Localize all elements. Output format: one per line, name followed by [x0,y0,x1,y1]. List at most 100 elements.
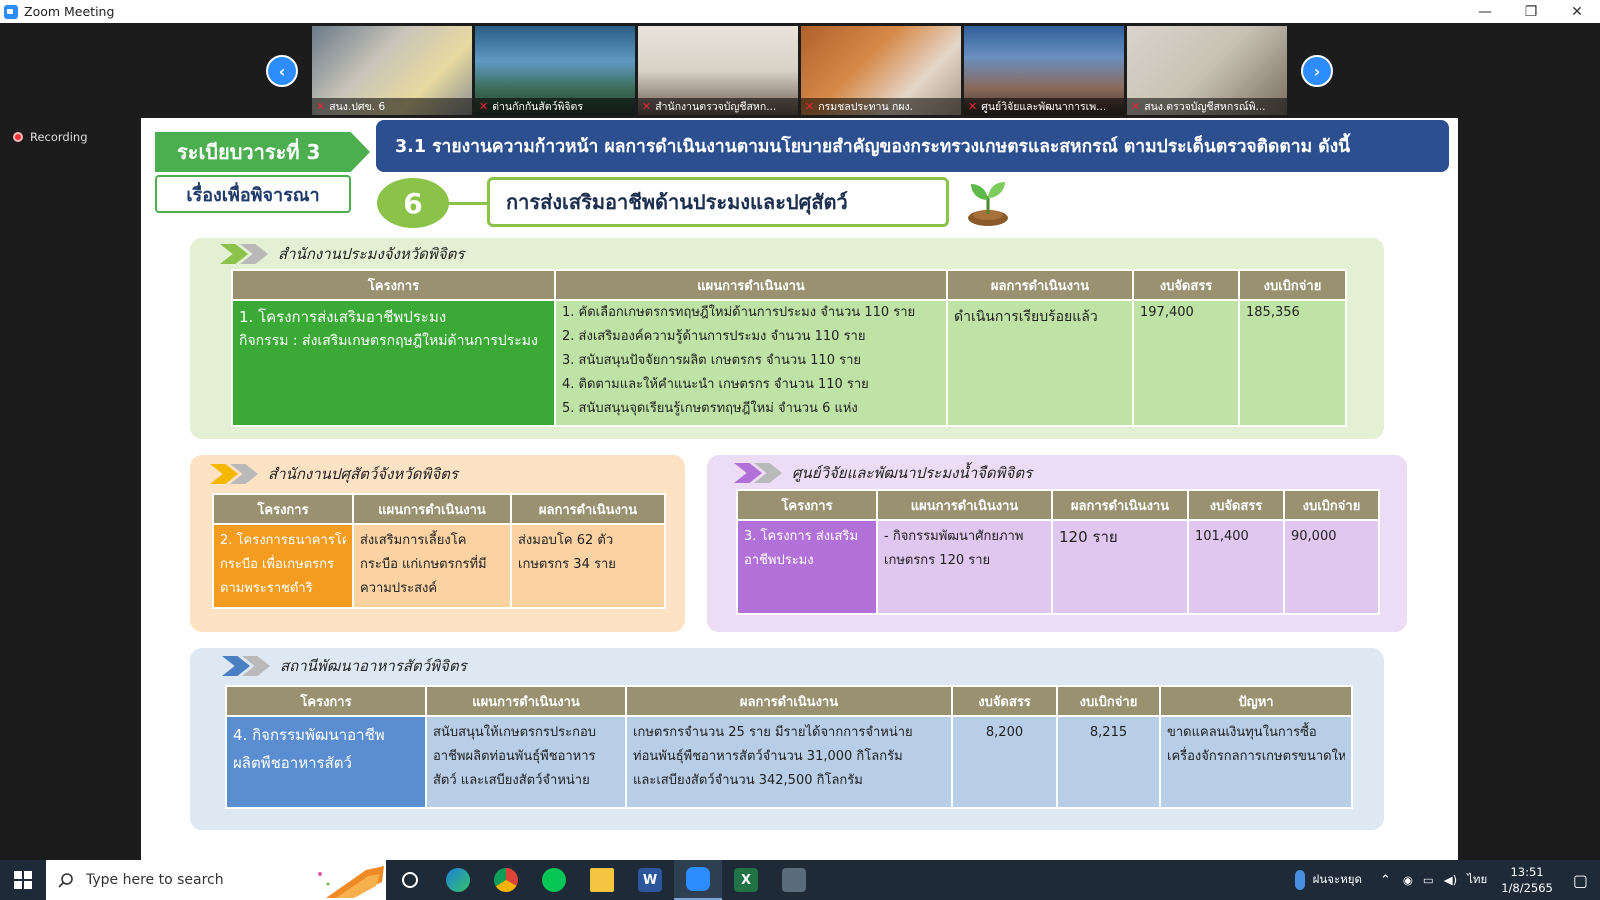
chevron-arrows-icon [210,464,260,484]
table-row: 1. โครงการส่งเสริมอาชีพประมง กิจกรรม : ส… [231,299,1347,427]
task-view-button[interactable] [386,860,434,900]
participant-strip: ✕ สนง.ปศข. 6 ✕ ด่านกักกันสัตว์พิจิตร ✕ สำนั… [312,26,1287,115]
budget-cell: 101,400 [1187,519,1285,615]
column-header: ผลการดำเนินงาน [625,685,953,717]
table-header-row: โครงการ แผนการดำเนินงาน ผลการดำเนินงาน [212,493,666,525]
participant-video[interactable]: ✕ ศูนย์วิจัยและพัฒนาการเพ... [964,26,1124,115]
excel-button[interactable]: X [722,860,770,900]
taskbar-search-box[interactable]: Type here to search [46,860,386,900]
minimize-button[interactable]: — [1462,0,1508,23]
edge-icon [446,868,470,892]
column-header: แผนการดำเนินงาน [554,269,948,301]
column-header: โครงการ [231,269,556,301]
windows-taskbar: Type here to search W X ฝนจะหยุด ⌃ ◉ ▭ ◀ [0,860,1600,900]
chrome-icon [494,868,518,892]
word-button[interactable]: W [626,860,674,900]
chevron-left-icon: ‹ [278,61,286,81]
column-header: งบจัดสรร [951,685,1058,717]
chevron-arrows-icon [734,463,784,483]
participant-video[interactable]: ✕ สนง.ตรวจบัญชีสหกรณ์พิ... [1127,26,1287,115]
clock-time: 13:51 [1510,865,1544,879]
line-icon [542,868,566,892]
file-explorer-button[interactable] [578,860,626,900]
result-cell: เกษตรกรจำนวน 25 ราย มีรายได้จากการจำหน่า… [625,715,953,809]
plan-cell: สนับสนุนให้เกษตรกรประกอบ อาชีพผลิตท่อนพั… [425,715,627,809]
excel-icon: X [734,868,758,892]
freshwater-panel-title: ศูนย์วิจัยและพัฒนาประมงน้ำจืดพิจิตร [734,461,1032,485]
prev-page-button[interactable]: ‹ [266,55,298,87]
start-button[interactable] [0,860,46,900]
spent-cell: 185,356 [1238,299,1347,427]
meet-now-icon[interactable]: ◉ [1403,873,1413,887]
recording-indicator[interactable]: Recording [13,130,88,144]
word-icon: W [638,868,662,892]
column-header: โครงการ [225,685,427,717]
column-header: แผนการดำเนินงาน [425,685,627,717]
connector-line [447,202,487,205]
column-header: งบเบิกจ่าย [1283,489,1380,521]
participant-label: ✕ สนง.ปศข. 6 [312,98,472,115]
project-cell: 3. โครงการ ส่งเสริม อาชีพประมง [736,519,878,615]
chevron-arrows-icon [222,656,272,676]
freshwater-table: โครงการ แผนการดำเนินงาน ผลการดำเนินงาน ง… [736,489,1380,615]
language-indicator[interactable]: ไทย [1467,871,1487,889]
table-row: 3. โครงการ ส่งเสริม อาชีพประมง - กิจกรรม… [736,519,1380,615]
participant-video[interactable]: ✕ กรมชลประทาน กผง. [801,26,961,115]
zoom-app-icon [4,4,18,19]
meeting-stage: ‹ ✕ สนง.ปศข. 6 ✕ ด่านกักกันสัตว์พิจิตร ✕ สำ… [0,23,1600,860]
notification-icon[interactable]: ▢ [1573,871,1588,890]
windows-logo-icon [14,871,32,889]
calculator-button[interactable] [770,860,818,900]
edge-button[interactable] [434,860,482,900]
zoom-button[interactable] [674,860,722,900]
participant-label: ✕ สนง.ตรวจบัญชีสหกรณ์พิ... [1127,98,1287,115]
column-header: ปัญหา [1159,685,1353,717]
project-cell: 1. โครงการส่งเสริมอาชีพประมง กิจกรรม : ส… [231,299,556,427]
volume-icon[interactable]: ◀) [1444,873,1457,887]
restore-button[interactable]: ❐ [1508,0,1554,23]
result-cell: ดำเนินการเรียบร้อยแล้ว [946,299,1134,427]
muted-mic-icon: ✕ [316,100,326,113]
table-row: 4. กิจกรรมพัฒนาอาชีพ ผลิตพืชอาหารสัตว์ ส… [225,715,1353,809]
participant-video[interactable]: ✕ ด่านกักกันสัตว์พิจิตร [475,26,635,115]
column-header: ผลการดำเนินงาน [946,269,1134,301]
participant-label: ✕ สำนักงานตรวจบัญชีสหก... [638,98,798,115]
window-titlebar: Zoom Meeting — ❐ ✕ [0,0,1600,23]
task-view-icon [402,872,418,888]
problem-cell: ขาดแคลนเงินทุนในการซื้อ เครื่องจักรกลการ… [1159,715,1353,809]
feed-panel-title: สถานีพัฒนาอาหารสัตว์พิจิตร [222,654,467,678]
participant-label: ✕ ศูนย์วิจัยและพัฒนาการเพ... [964,98,1124,115]
network-icon[interactable]: ▭ [1423,873,1434,887]
window-title: Zoom Meeting [24,4,115,19]
search-placeholder: Type here to search [86,872,224,888]
close-button[interactable]: ✕ [1554,0,1600,23]
search-highlight-icon [318,866,384,898]
chrome-button[interactable] [482,860,530,900]
column-header: โครงการ [736,489,878,521]
clock[interactable]: 13:51 1/8/2565 [1501,864,1553,896]
muted-mic-icon: ✕ [1131,100,1141,113]
spent-cell: 8,215 [1056,715,1161,809]
agenda-label: ระเบียบวาระที่ 3 [155,132,370,172]
chevron-up-icon[interactable]: ⌃ [1380,873,1391,888]
budget-cell: 8,200 [951,715,1058,809]
calculator-icon [782,868,806,892]
plan-cell: ส่งเสริมการเลี้ยงโค กระบือ แก่เกษตรกรที่… [352,523,512,609]
next-page-button[interactable]: › [1301,55,1333,87]
plan-cell: - กิจกรรมพัฒนาศักยภาพ เกษตรกร 120 ราย [876,519,1053,615]
agenda-subtitle: เรื่องเพื่อพิจารณา [155,175,351,213]
column-header: โครงการ [212,493,354,525]
plant-icon [968,182,1008,226]
participant-video[interactable]: ✕ สนง.ปศข. 6 [312,26,472,115]
weather-icon[interactable] [1294,870,1305,890]
folder-icon [590,868,614,892]
weather-text[interactable]: ฝนจะหยุด [1313,871,1362,889]
participant-label: ✕ กรมชลประทาน กผง. [801,98,961,115]
column-header: ผลการดำเนินงาน [510,493,666,525]
participant-video[interactable]: ✕ สำนักงานตรวจบัญชีสหก... [638,26,798,115]
fisheries-table: โครงการ แผนการดำเนินงาน ผลการดำเนินงาน ง… [231,269,1347,427]
clock-date: 1/8/2565 [1501,881,1553,895]
column-header: ผลการดำเนินงาน [1051,489,1189,521]
record-dot-icon [13,132,23,142]
line-button[interactable] [530,860,578,900]
